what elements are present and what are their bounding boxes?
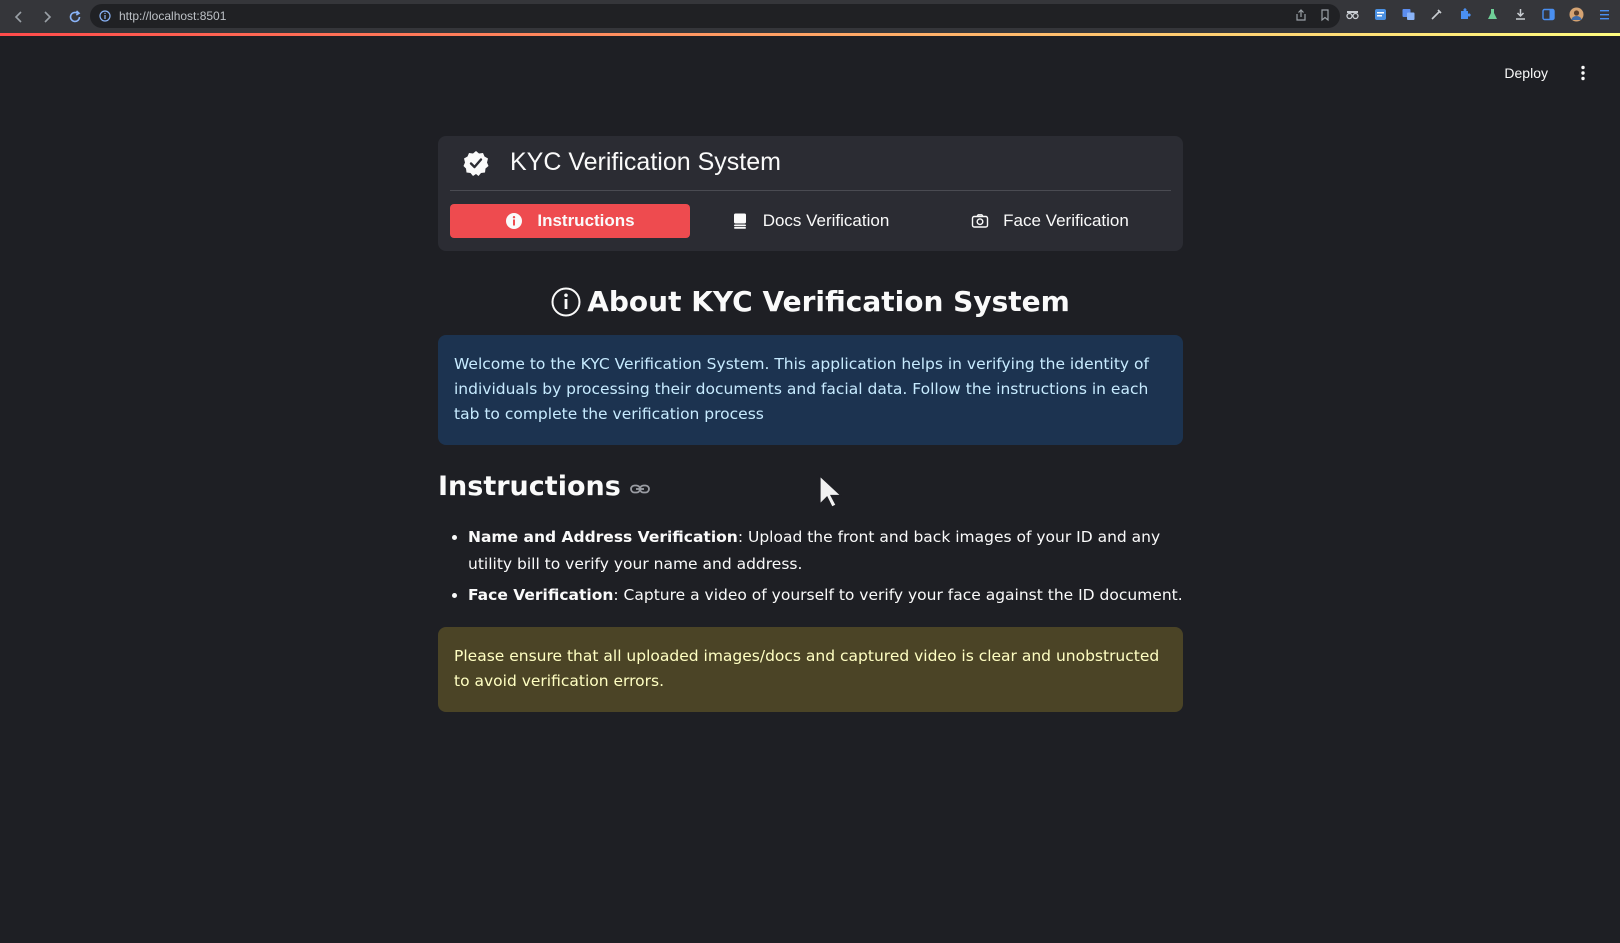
menu-title-row: KYC Verification System (462, 148, 781, 177)
flask-icon[interactable] (1484, 6, 1500, 22)
profile-avatar-icon[interactable] (1568, 6, 1584, 22)
extensions-bar (1344, 6, 1612, 22)
info-circle-icon (505, 212, 523, 230)
site-info-icon (99, 10, 111, 22)
verified-badge-icon (463, 150, 489, 176)
url-text: http://localhost:8501 (119, 9, 227, 23)
about-heading: About KYC Verification System (438, 285, 1183, 318)
main-menu-button[interactable] (1574, 64, 1592, 82)
list-item-title: Name and Address Verification (468, 528, 738, 546)
info-alert: Welcome to the KYC Verification System. … (438, 335, 1183, 445)
menu-tabs: Instructions Docs Verification Face Veri… (450, 204, 1170, 238)
back-arrow-icon (14, 10, 22, 23)
translate-icon[interactable] (1400, 6, 1416, 22)
reader-icon[interactable] (1372, 6, 1388, 22)
share-icon[interactable] (1294, 8, 1308, 22)
tab-face-label: Face Verification (1003, 211, 1129, 230)
menu-title: KYC Verification System (510, 148, 781, 176)
info-outline-icon (551, 287, 581, 316)
puzzle-extension-icon[interactable] (1456, 6, 1472, 22)
eyedropper-icon[interactable] (1428, 6, 1444, 22)
bookmark-icon[interactable] (1318, 8, 1332, 22)
instructions-heading-text: Instructions (438, 471, 621, 502)
mouse-cursor-icon (819, 474, 843, 508)
info-alert-text: Welcome to the KYC Verification System. … (454, 355, 1149, 423)
about-heading-text: About KYC Verification System (587, 285, 1070, 318)
forward-button[interactable] (34, 4, 60, 30)
instructions-list: Name and Address Verification: Upload th… (438, 524, 1183, 609)
document-stack-icon (731, 212, 749, 230)
list-item-text: : Capture a video of yourself to verify … (613, 586, 1183, 604)
tab-instructions-label: Instructions (537, 211, 635, 230)
sidepanel-icon[interactable] (1540, 6, 1556, 22)
anchor-link-icon[interactable] (629, 478, 651, 500)
menu-divider (450, 190, 1171, 191)
list-item: Name and Address Verification: Upload th… (468, 524, 1183, 578)
address-bar[interactable]: http://localhost:8501 (90, 4, 1340, 28)
main-content: KYC Verification System Instructions Doc… (438, 136, 1183, 712)
deploy-button[interactable]: Deploy (1504, 65, 1548, 81)
list-item: Face Verification: Capture a video of yo… (468, 582, 1183, 609)
warning-alert-text: Please ensure that all uploaded images/d… (454, 647, 1160, 690)
browser-toolbar: http://localhost:8501 (0, 0, 1620, 33)
download-icon[interactable] (1512, 6, 1528, 22)
forward-arrow-icon (44, 10, 52, 23)
reload-icon (69, 9, 81, 22)
list-item-title: Face Verification (468, 586, 614, 604)
header-decoration-bar (0, 33, 1620, 36)
warning-alert: Please ensure that all uploaded images/d… (438, 627, 1183, 712)
tab-docs-verification[interactable]: Docs Verification (690, 204, 930, 238)
option-menu: KYC Verification System Instructions Doc… (438, 136, 1183, 251)
camera-icon (971, 212, 989, 230)
tab-face-verification[interactable]: Face Verification (930, 204, 1170, 238)
browser-menu-icon[interactable] (1596, 6, 1612, 22)
app-header: Deploy (1504, 36, 1620, 110)
back-button[interactable] (6, 4, 32, 30)
instructions-heading: Instructions (438, 471, 1183, 502)
reload-button[interactable] (62, 4, 88, 30)
incognito-icon[interactable] (1344, 6, 1360, 22)
vertical-dots-icon (1581, 65, 1585, 81)
tab-docs-label: Docs Verification (762, 211, 890, 230)
tab-instructions[interactable]: Instructions (450, 204, 690, 238)
